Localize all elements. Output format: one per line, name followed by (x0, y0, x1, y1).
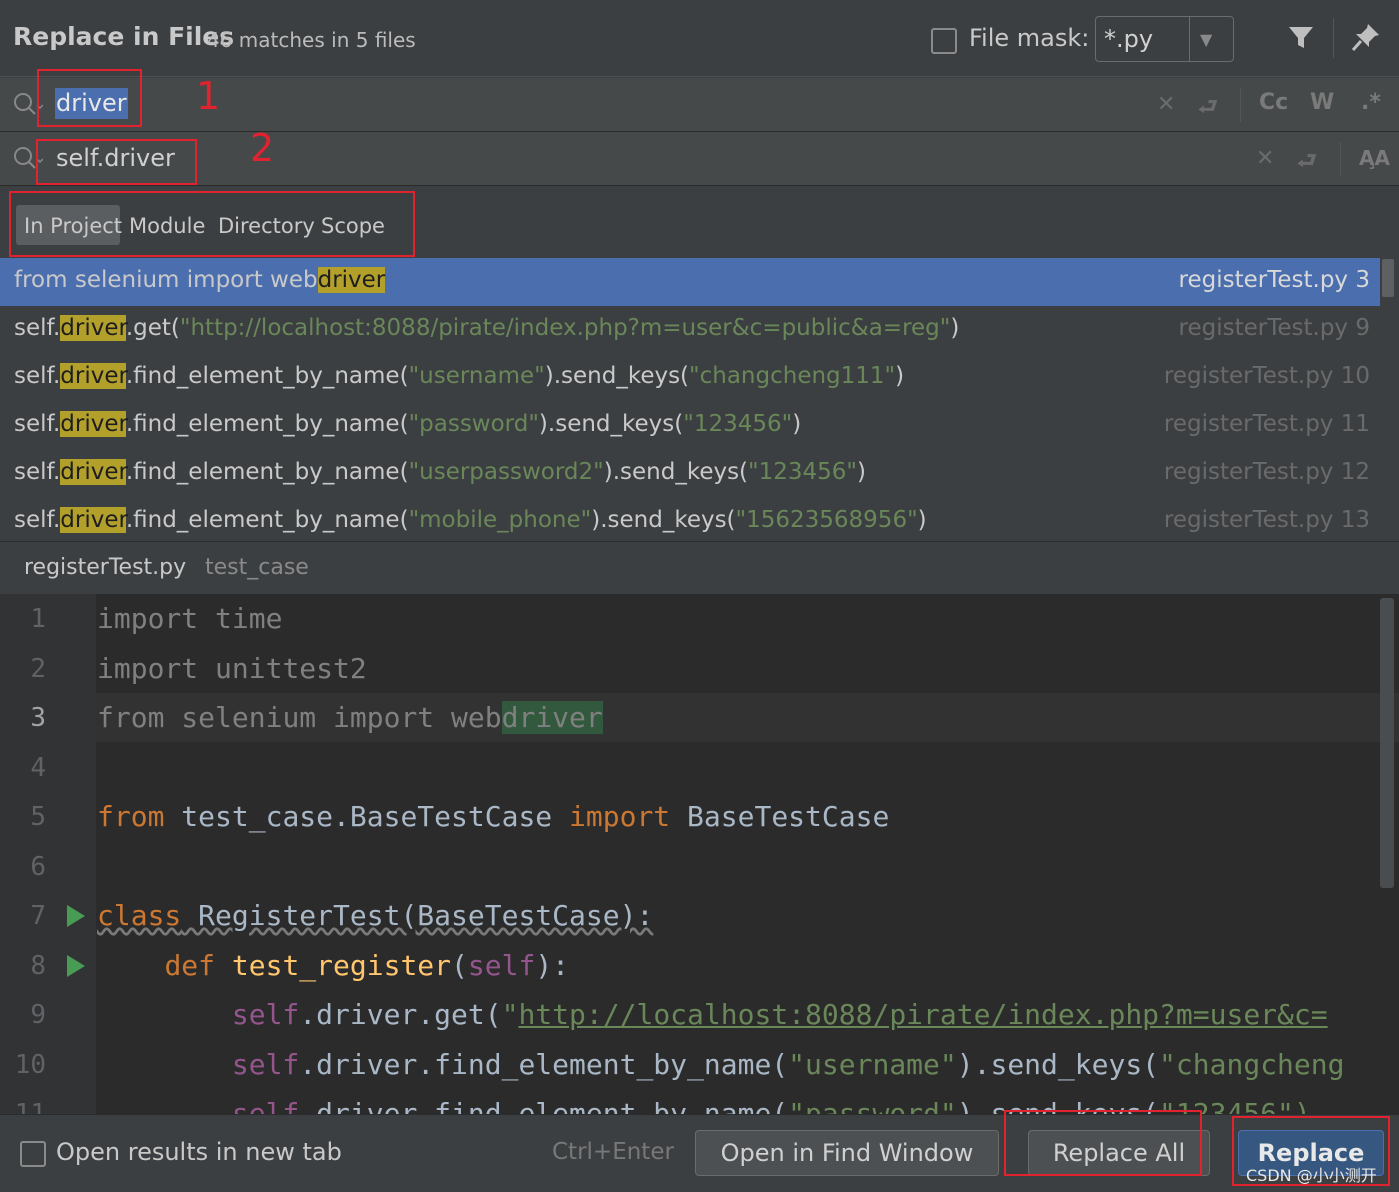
result-location: registerTest.py 11 (1163, 411, 1370, 437)
line-number: 3 (30, 703, 46, 733)
file-mask-checkbox[interactable] (931, 28, 957, 54)
code-line: import time (97, 602, 283, 635)
dialog-title: Replace in Files (13, 22, 235, 51)
result-row[interactable]: self.driver.find_element_by_name("userpa… (0, 450, 1380, 498)
preview-file-name: registerTest.py (24, 555, 187, 580)
line-number: 8 (30, 951, 46, 981)
result-row[interactable]: self.driver.get("http://localhost:8088/p… (0, 306, 1380, 354)
annotation-box-2 (36, 139, 197, 185)
result-row[interactable]: self.driver.find_element_by_name("userna… (0, 354, 1380, 402)
results-list[interactable]: from selenium import webdriver registerT… (0, 258, 1380, 541)
match-summary: 46 matches in 5 files (207, 28, 416, 52)
file-mask-divider (1189, 17, 1190, 61)
run-icon[interactable] (67, 955, 85, 977)
regex-toggle[interactable]: .* (1361, 90, 1381, 115)
clear-icon[interactable]: ✕ (1256, 146, 1274, 171)
clear-icon[interactable]: ✕ (1157, 92, 1175, 117)
run-icon[interactable] (67, 905, 85, 927)
match-case-toggle[interactable]: Cc (1259, 90, 1288, 115)
multiline-icon[interactable]: ⮐ (1198, 90, 1218, 128)
open-in-find-window-button[interactable]: Open in Find Window (695, 1130, 999, 1176)
file-mask-label: File mask: (969, 24, 1090, 52)
line-number: 4 (30, 753, 46, 783)
result-location: registerTest.py 9 (1178, 315, 1370, 341)
replace-options-separator (1340, 142, 1341, 176)
line-number: 1 (30, 604, 46, 634)
annotation-box-replace-all (1004, 1110, 1202, 1176)
replace-row (0, 132, 1399, 186)
annotation-number-1: 1 (196, 74, 221, 118)
result-row[interactable]: self.driver.find_element_by_name("passwo… (0, 402, 1380, 450)
find-options-separator (1240, 88, 1241, 122)
code-match-highlight: driver (501, 701, 603, 734)
preview-file-path: test_case (205, 555, 309, 580)
preserve-case-toggle[interactable]: A̧A (1359, 146, 1390, 170)
code-line: import unittest2 (97, 652, 367, 685)
annotation-box-1 (37, 69, 142, 127)
annotation-box-scope (9, 191, 415, 257)
code-line: self.driver.find_element_by_name("userna… (231, 1048, 1345, 1081)
result-row[interactable]: from selenium import webdriver registerT… (0, 258, 1380, 306)
code-line: class RegisterTest(BaseTestCase): (97, 899, 654, 932)
open-new-tab-checkbox[interactable] (20, 1141, 46, 1167)
line-number: 10 (14, 1050, 46, 1080)
annotation-number-2: 2 (250, 126, 275, 170)
code-line: from selenium import webdriver (97, 701, 603, 734)
open-new-tab-label[interactable]: Open results in new tab (56, 1138, 342, 1166)
filter-icon[interactable] (1287, 24, 1315, 59)
result-location: registerTest.py 13 (1163, 507, 1370, 533)
multiline-icon[interactable]: ⮐ (1297, 144, 1317, 182)
header-separator (1333, 18, 1334, 58)
file-mask-value[interactable]: *.py (1104, 25, 1153, 53)
line-number: 5 (30, 802, 46, 832)
pin-icon[interactable] (1351, 22, 1381, 59)
result-location: registerTest.py 3 (1178, 267, 1370, 293)
result-row[interactable]: self.driver.find_element_by_name("mobile… (0, 498, 1380, 541)
whole-words-toggle[interactable]: W (1310, 90, 1334, 115)
code-line: self.driver.get("http://localhost:8088/p… (231, 998, 1328, 1031)
chevron-down-icon[interactable]: ▼ (1200, 30, 1212, 49)
line-number: 7 (30, 901, 46, 931)
code-line: def test_register(self): (164, 949, 570, 982)
shortcut-hint: Ctrl+Enter (552, 1139, 674, 1165)
results-scrollbar-thumb[interactable] (1382, 259, 1394, 297)
result-location: registerTest.py 12 (1163, 459, 1370, 485)
code-line: from test_case.BaseTestCase import BaseT… (97, 800, 890, 833)
line-number: 9 (30, 1000, 46, 1030)
results-scrollbar[interactable] (1381, 258, 1395, 541)
editor-scrollbar-thumb[interactable] (1380, 598, 1394, 888)
result-location: registerTest.py 10 (1163, 363, 1370, 389)
line-number: 6 (30, 852, 46, 882)
watermark: CSDN @小小测开 (1246, 1166, 1377, 1185)
line-number: 2 (30, 654, 46, 684)
